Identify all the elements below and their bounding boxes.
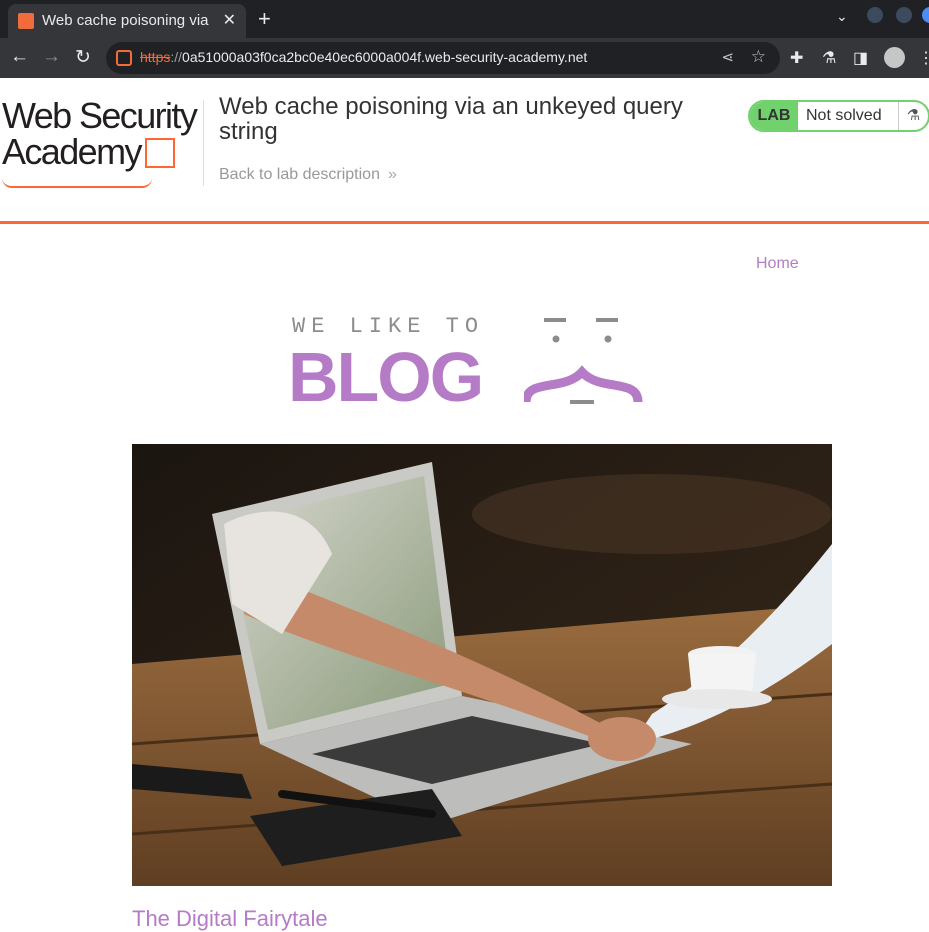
lab-badge: LAB [750,102,798,130]
web-security-academy-logo[interactable]: Web Security Academy [2,95,202,188]
url-scheme: https [140,49,171,65]
logo-swoosh [2,178,152,188]
window-close-button[interactable] [922,7,929,23]
lab-status-widget: LAB Not solved ⚗ [748,100,929,132]
logo-line1: Web Security [2,95,198,136]
address-bar[interactable]: https://0a51000a03f0ca2bc0e40ec6000a004f… [106,42,780,74]
home-link[interactable]: Home [756,255,799,273]
url-host: 0a51000a03f0ca2bc0e40ec6000a004f.web-sec… [182,49,588,65]
tab-title: Web cache poisoning via an unkeyed query… [42,12,212,29]
site-security-icon[interactable] [116,50,132,66]
logo-line2: Academy [2,131,142,172]
back-arrow-icon[interactable]: ← [10,46,29,68]
back-link-label: Back to lab description [219,166,380,183]
flask-icon: ⚗ [898,102,928,130]
labs-flask-icon[interactable]: ⚗ [822,48,836,68]
browser-toolbar: ← → ↻ https://0a51000a03f0ca2bc0e40ec600… [0,38,929,78]
window-maximize-button[interactable] [896,7,912,23]
blog-logo-tagline: WE LIKE TO [292,314,485,339]
lab-favicon-icon [18,13,34,29]
bookmark-star-icon[interactable]: ☆ [751,47,766,67]
extensions-puzzle-icon[interactable]: ✚ [790,48,803,68]
browser-tab[interactable]: Web cache poisoning via an unkeyed query… [8,4,246,38]
browser-tab-strip: Web cache poisoning via an unkeyed query… [0,0,929,38]
forward-arrow-icon[interactable]: → [42,46,61,68]
blog-logo: WE LIKE TO BLOG [288,312,648,412]
share-icon[interactable]: ⋖ [721,48,734,66]
blog-logo-word: BLOG [288,338,484,416]
back-to-lab-description-link[interactable]: Back to lab description » [219,166,397,184]
profile-avatar[interactable] [884,47,905,68]
close-tab-icon[interactable]: ✕ [223,10,236,30]
post-hero-image[interactable] [132,444,832,886]
lab-title: Web cache poisoning via an unkeyed query… [219,93,683,145]
double-chevron-right-icon: » [387,166,397,183]
header-divider [203,100,204,186]
blog-face-icon [524,318,643,404]
reload-icon[interactable]: ↻ [75,46,91,69]
lightning-bolt-icon [144,138,175,168]
menu-kebab-icon[interactable]: ⋮ [918,48,929,68]
window-minimize-button[interactable] [867,7,883,23]
lab-header: Web Security Academy Web cache poisoning… [0,78,929,224]
url-text[interactable]: https://0a51000a03f0ca2bc0e40ec6000a004f… [140,49,587,65]
new-tab-button[interactable]: + [258,6,271,32]
post-title-link[interactable]: The Digital Fairytale [132,906,328,932]
side-panel-icon[interactable]: ◨ [853,48,868,68]
tab-search-chevron-icon[interactable]: ⌄ [836,8,848,25]
lab-status-text: Not solved [806,107,882,124]
